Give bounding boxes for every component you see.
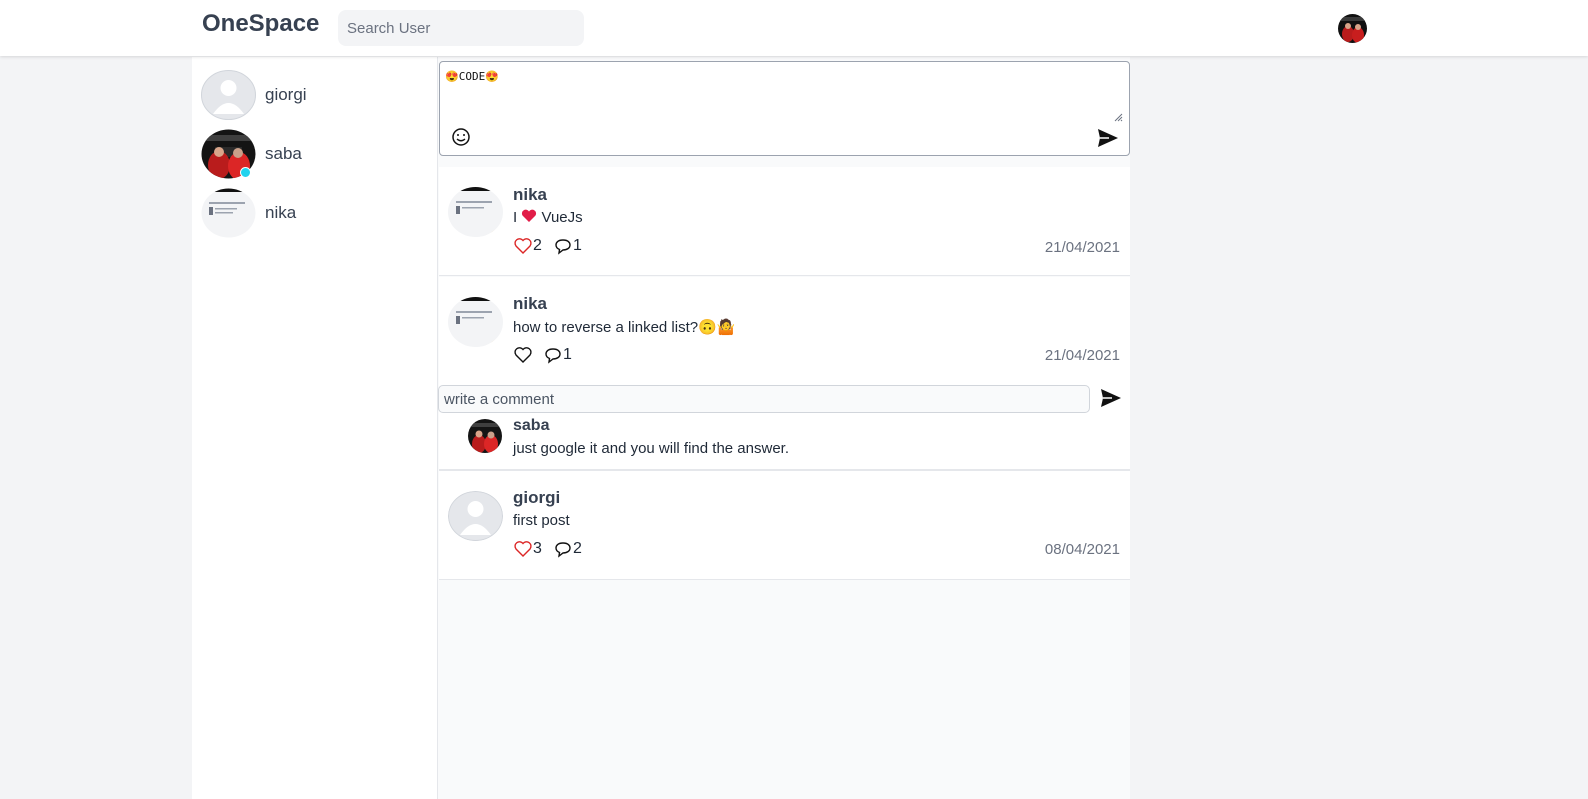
sidebar-user-giorgi[interactable]: giorgi xyxy=(201,70,421,120)
sidebar-user-name: saba xyxy=(265,144,302,163)
like-button[interactable] xyxy=(513,345,533,365)
default-avatar-icon xyxy=(201,70,256,120)
user-avatar xyxy=(201,188,256,238)
post-author[interactable]: giorgi xyxy=(513,488,560,508)
users-sidebar: giorgi saba nika xyxy=(192,57,437,799)
sidebar-user-nika[interactable]: nika xyxy=(201,188,421,238)
current-user-avatar[interactable] xyxy=(1338,14,1367,43)
comments-button[interactable]: 1 xyxy=(543,345,572,365)
comment-count: 1 xyxy=(563,346,572,363)
comment-item: saba just google it and you will find th… xyxy=(468,417,1068,469)
comment-bubble-icon xyxy=(545,348,561,364)
like-count: 2 xyxy=(533,237,542,254)
comment-bubble-icon xyxy=(555,542,571,558)
post-author[interactable]: nika xyxy=(513,294,547,314)
post-composer[interactable]: 😍CODE😍 xyxy=(439,61,1130,156)
emoji-picker-icon[interactable] xyxy=(451,127,471,147)
author-avatar[interactable] xyxy=(448,187,503,237)
post-date: 08/04/2021 xyxy=(1044,541,1120,558)
send-comment-icon[interactable] xyxy=(1100,388,1122,408)
comment-author[interactable]: saba xyxy=(513,417,549,435)
post-date: 21/04/2021 xyxy=(1044,239,1120,256)
search-user-input[interactable] xyxy=(338,10,584,46)
like-button[interactable]: 3 xyxy=(513,539,542,559)
sidebar-user-saba[interactable]: saba xyxy=(201,129,421,179)
post-item: giorgi first post 3 2 08/04/2021 xyxy=(439,470,1130,580)
author-avatar[interactable] xyxy=(448,297,503,347)
author-avatar[interactable] xyxy=(448,491,503,541)
like-button[interactable]: 2 xyxy=(513,236,542,256)
comments-button[interactable]: 1 xyxy=(553,236,582,256)
post-body: I VueJs xyxy=(513,209,583,226)
online-status-indicator xyxy=(240,167,251,178)
commenter-avatar[interactable] xyxy=(468,419,502,453)
write-comment-input[interactable] xyxy=(438,385,1090,413)
post-body: how to reverse a linked list?🙃🤷 xyxy=(513,319,736,336)
post-body-suffix: VueJs xyxy=(537,209,583,226)
post-author[interactable]: nika xyxy=(513,185,547,205)
comment-count: 1 xyxy=(573,237,582,254)
brand-logo[interactable]: OneSpace xyxy=(202,10,319,38)
heart-icon xyxy=(514,541,532,557)
comment-bubble-icon xyxy=(555,239,571,255)
top-navbar: OneSpace xyxy=(0,0,1588,56)
heart-icon xyxy=(514,347,532,363)
composer-text[interactable]: 😍CODE😍 xyxy=(445,70,499,83)
post-body-prefix: I xyxy=(513,209,522,226)
like-count: 3 xyxy=(533,540,542,557)
user-avatar xyxy=(201,129,256,179)
comment-count: 2 xyxy=(573,540,582,557)
comment-text: just google it and you will find the ans… xyxy=(513,440,789,457)
sidebar-user-name: nika xyxy=(265,203,297,222)
send-post-icon[interactable] xyxy=(1097,128,1119,148)
comments-button[interactable]: 2 xyxy=(553,539,582,559)
heart-icon xyxy=(514,238,532,254)
post-item: nika I VueJs 2 1 21/04/2021 xyxy=(439,167,1130,276)
post-date: 21/04/2021 xyxy=(1044,347,1120,364)
sidebar-user-name: giorgi xyxy=(265,85,307,104)
heart-emoji-icon xyxy=(522,209,537,222)
posts-feed: 😍CODE😍 nika I VueJs 2 1 21/04/2021 nika … xyxy=(437,57,1130,799)
post-body: first post xyxy=(513,512,570,529)
resize-grip-icon[interactable] xyxy=(1114,113,1123,122)
